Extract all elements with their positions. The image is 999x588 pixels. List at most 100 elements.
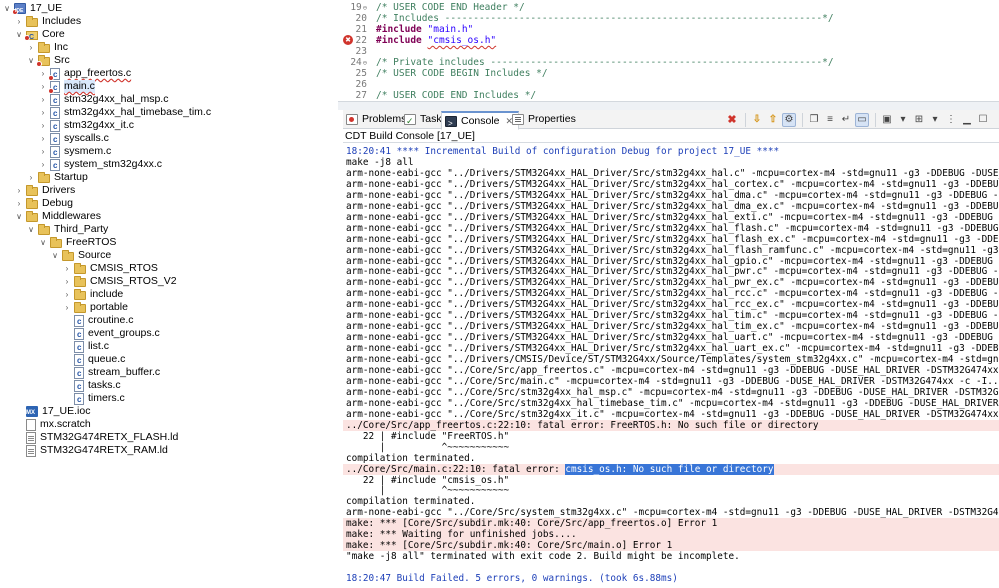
chevron-down-icon[interactable]: ∨ (26, 54, 36, 67)
console-line[interactable]: arm-none-eabi-gcc "../Drivers/STM32G4xx_… (343, 212, 999, 223)
build-console-output[interactable]: 18:20:41 **** Incremental Build of confi… (343, 142, 999, 588)
tree-item[interactable]: mx.scratch (14, 418, 91, 431)
console-line[interactable]: arm-none-eabi-gcc "../Drivers/STM32G4xx_… (343, 321, 999, 332)
tree-item[interactable]: ∨ 17_UE (2, 2, 62, 18)
console-line[interactable]: arm-none-eabi-gcc "../Drivers/STM32G4xx_… (343, 223, 999, 234)
console-line[interactable]: 18:20:41 **** Incremental Build of confi… (343, 146, 999, 157)
tree-item[interactable]: ∨ Source (50, 249, 111, 262)
console-line[interactable]: compilation terminated. (343, 453, 999, 464)
tree-item[interactable]: › Debug (14, 197, 73, 210)
tree-item[interactable]: › stm32g4xx_it.c (38, 119, 134, 133)
chevron-right-icon[interactable]: › (62, 288, 72, 301)
tree-item[interactable]: queue.c (62, 353, 125, 367)
tree-item[interactable]: stream_buffer.c (62, 366, 160, 380)
pin-console-icon[interactable]: ▭ (855, 112, 869, 127)
open-console-icon[interactable]: ⊞ (912, 113, 926, 127)
console-line[interactable]: make: *** [Core/Src/subdir.mk:40: Core/S… (343, 518, 999, 530)
chevron-right-icon[interactable]: › (38, 67, 48, 80)
chevron-down-icon[interactable]: ∨ (14, 28, 24, 41)
open-console-dropdown-icon[interactable]: ▾ (928, 113, 942, 127)
console-line[interactable]: arm-none-eabi-gcc "../Core/Src/system_st… (343, 507, 999, 518)
tree-item[interactable]: STM32G474RETX_RAM.ld (14, 444, 168, 457)
tree-item[interactable]: event_groups.c (62, 327, 160, 341)
console-line[interactable]: arm-none-eabi-gcc "../Drivers/CMSIS/Devi… (343, 354, 999, 365)
console-line[interactable]: arm-none-eabi-gcc "../Drivers/STM32G4xx_… (343, 190, 999, 201)
tree-item[interactable]: 17_UE.ioc (14, 405, 90, 420)
chevron-down-icon[interactable]: ∨ (50, 249, 60, 262)
tree-item[interactable]: ∨ Core (14, 28, 65, 44)
previous-error-icon[interactable]: ⇧ (766, 113, 780, 127)
tree-item[interactable]: ∨ FreeRTOS (38, 236, 116, 249)
console-line[interactable]: arm-none-eabi-gcc "../Drivers/STM32G4xx_… (343, 234, 999, 245)
console-line[interactable]: arm-none-eabi-gcc "../Drivers/STM32G4xx_… (343, 201, 999, 212)
maximize-icon[interactable]: ☐ (976, 113, 990, 127)
console-line[interactable]: 22 | #include "FreeRTOS.h" (343, 431, 999, 442)
console-line[interactable]: arm-none-eabi-gcc "../Core/Src/main.c" -… (343, 376, 999, 387)
tree-item[interactable]: ∨ Src (26, 54, 70, 67)
console-line[interactable] (343, 562, 999, 573)
console-line[interactable]: ../Core/Src/main.c:22:10: fatal error: c… (343, 463, 999, 475)
code-line[interactable]: 27 /* USER CODE END Includes */ (343, 90, 999, 101)
console-line[interactable]: arm-none-eabi-gcc "../Core/Src/stm32g4xx… (343, 387, 999, 398)
console-line[interactable]: arm-none-eabi-gcc "../Drivers/STM32G4xx_… (343, 343, 999, 354)
console-line[interactable]: | ^~~~~~~~~~~~ (343, 485, 999, 496)
chevron-right-icon[interactable]: › (38, 106, 48, 119)
code-line[interactable]: 23 (343, 46, 999, 57)
console-line[interactable]: ../Core/Src/app_freertos.c:22:10: fatal … (343, 419, 999, 431)
selected-text[interactable]: cmsis_os.h: No such file or directory (565, 463, 774, 475)
chevron-down-icon[interactable]: ∨ (38, 236, 48, 249)
code-line[interactable]: 26 (343, 79, 999, 90)
code-line[interactable]: 21 #include "main.h" (343, 24, 999, 35)
chevron-right-icon[interactable]: › (26, 171, 36, 184)
code-line[interactable]: 20 /* Includes --------------------------… (343, 13, 999, 24)
code-line[interactable]: 24/* Private includes ------------------… (343, 57, 999, 68)
tree-item[interactable]: › include (62, 288, 124, 301)
tree-item[interactable]: tasks.c (62, 379, 121, 393)
console-line[interactable]: arm-none-eabi-gcc "../Drivers/STM32G4xx_… (343, 245, 999, 256)
copy-icon[interactable]: ❐ (807, 113, 821, 127)
word-wrap-icon[interactable]: ↵ (839, 113, 853, 127)
chevron-down-icon[interactable]: ∨ (2, 2, 12, 15)
console-line[interactable]: make: *** Waiting for unfinished jobs...… (343, 529, 999, 541)
tab-console[interactable]: Console✕ (441, 111, 520, 132)
console-line[interactable]: 22 | #include "cmsis_os.h" (343, 475, 999, 486)
tree-item[interactable]: ∨ Middlewares (14, 210, 101, 223)
console-line[interactable]: make -j8 all (343, 157, 999, 168)
console-line[interactable]: arm-none-eabi-gcc "../Core/Src/app_freer… (343, 365, 999, 376)
scroll-lock-icon[interactable]: ≡ (823, 113, 837, 127)
tree-item[interactable]: › app_freertos.c (38, 67, 131, 81)
display-console-dropdown-icon[interactable]: ▾ (896, 113, 910, 127)
console-line[interactable]: | ^~~~~~~~~~~~ (343, 442, 999, 453)
panel-splitter[interactable] (338, 101, 999, 110)
chevron-right-icon[interactable]: › (62, 301, 72, 314)
chevron-right-icon[interactable]: › (38, 132, 48, 145)
chevron-right-icon[interactable]: › (38, 158, 48, 171)
console-line[interactable]: arm-none-eabi-gcc "../Core/Src/stm32g4xx… (343, 409, 999, 420)
console-line[interactable]: arm-none-eabi-gcc "../Drivers/STM32G4xx_… (343, 332, 999, 343)
minimize-icon[interactable]: ▁ (960, 113, 974, 127)
chevron-right-icon[interactable]: › (14, 184, 24, 197)
tree-item[interactable]: › stm32g4xx_hal_timebase_tim.c (38, 106, 211, 120)
console-line[interactable]: compilation terminated. (343, 496, 999, 507)
console-line[interactable]: arm-none-eabi-gcc "../Core/Src/stm32g4xx… (343, 398, 999, 409)
tree-item[interactable]: › portable (62, 301, 128, 314)
chevron-right-icon[interactable]: › (62, 262, 72, 275)
next-error-icon[interactable]: ⇩ (750, 113, 764, 127)
chevron-right-icon[interactable]: › (38, 80, 48, 93)
tree-item[interactable]: › Startup (26, 171, 88, 184)
console-line[interactable]: arm-none-eabi-gcc "../Drivers/STM32G4xx_… (343, 168, 999, 179)
console-line[interactable]: make: *** [Core/Src/subdir.mk:40: Core/S… (343, 540, 999, 552)
tree-item[interactable]: › Includes (14, 15, 81, 28)
console-line[interactable]: 18:20:47 Build Failed. 5 errors, 0 warni… (343, 573, 999, 584)
tree-item[interactable]: › Drivers (14, 184, 76, 197)
view-menu-icon[interactable]: ⋮ (944, 113, 958, 127)
console-line[interactable]: arm-none-eabi-gcc "../Drivers/STM32G4xx_… (343, 310, 999, 321)
tree-item[interactable]: › system_stm32g4xx.c (38, 158, 162, 172)
console-line[interactable]: arm-none-eabi-gcc "../Drivers/STM32G4xx_… (343, 277, 999, 288)
tree-item[interactable]: › Inc (26, 41, 68, 54)
tree-item[interactable]: timers.c (62, 392, 125, 406)
tree-item[interactable]: › sysmem.c (38, 145, 112, 159)
chevron-right-icon[interactable]: › (14, 197, 24, 210)
display-console-icon[interactable]: ▣ (880, 113, 894, 127)
code-line[interactable]: 19/* USER CODE END Header */ (343, 2, 999, 13)
